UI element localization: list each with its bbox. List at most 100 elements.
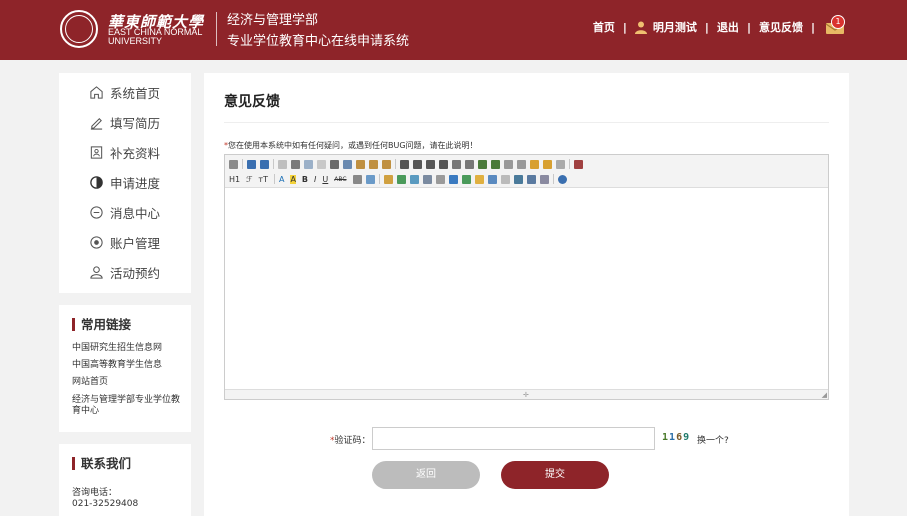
italic-button[interactable]: I — [314, 175, 316, 184]
appointment-icon — [90, 265, 103, 279]
nav-home-link[interactable]: 首页 — [593, 19, 615, 35]
link-item[interactable]: 经济与管理学部专业学位教育中心 — [72, 395, 184, 417]
toolbar-separator — [569, 159, 570, 169]
cut-icon[interactable] — [330, 159, 339, 169]
anchor-icon[interactable] — [513, 174, 523, 184]
edit-icon — [90, 117, 103, 130]
ordered-list-icon[interactable] — [452, 159, 461, 169]
unordered-list-icon[interactable] — [465, 159, 474, 169]
resize-corner-icon[interactable]: ◢ — [822, 391, 827, 399]
captcha-char: 1 — [662, 432, 670, 443]
sidebar-item-label: 消息中心 — [110, 205, 161, 221]
align-center-icon[interactable] — [413, 159, 422, 169]
media-icon[interactable] — [422, 174, 432, 184]
sidebar-item-label: 活动预约 — [110, 265, 161, 281]
header-divider — [216, 12, 217, 46]
strikethrough-button[interactable]: ABC — [334, 176, 346, 183]
sidebar-item-resume[interactable]: 填写简历 — [89, 112, 160, 132]
unlink-icon[interactable] — [539, 174, 549, 184]
title-divider — [224, 122, 829, 123]
undo-icon[interactable] — [247, 159, 256, 169]
paste-word-icon[interactable] — [382, 159, 391, 169]
subscript-icon[interactable] — [504, 159, 513, 169]
page-title: 意见反馈 — [224, 94, 280, 110]
home-icon — [90, 85, 103, 99]
captcha-refresh-link[interactable]: 换一个? — [697, 433, 729, 446]
top-nav: 首页 | 明月测试 | 退出 | 意见反馈 | — [593, 19, 845, 35]
align-right-icon[interactable] — [426, 159, 435, 169]
table-icon[interactable] — [448, 174, 458, 184]
print-icon[interactable] — [291, 159, 300, 169]
paste-text-icon[interactable] — [369, 159, 378, 169]
sidebar-item-materials[interactable]: 补充资料 — [89, 142, 160, 162]
copy-icon[interactable] — [343, 159, 352, 169]
contact-phone: 021-32529408 — [72, 499, 139, 509]
sidebar-item-label: 补充资料 — [110, 145, 161, 161]
clear-format-icon[interactable] — [530, 159, 539, 169]
nav-logout-link[interactable]: 退出 — [717, 19, 739, 35]
link-item[interactable]: 中国研究生招生信息网 — [72, 343, 184, 354]
file-icon[interactable] — [435, 174, 445, 184]
toolbar-row-1 — [229, 158, 587, 170]
submit-button[interactable]: 提交 — [501, 461, 609, 489]
captcha-label: *验证码： — [330, 433, 371, 446]
link-item[interactable]: 中国高等教育学生信息 — [72, 360, 184, 371]
align-justify-icon[interactable] — [439, 159, 448, 169]
select-all-icon[interactable] — [543, 159, 552, 169]
font-size-dropdown[interactable]: тT — [258, 175, 268, 184]
contact-card: 联系我们 咨询电话： 021-32529408 — [59, 444, 191, 516]
template-icon[interactable] — [304, 159, 313, 169]
map-icon[interactable] — [487, 174, 497, 184]
link-item[interactable]: 网站首页 — [72, 377, 184, 388]
user-icon — [634, 21, 647, 34]
sidebar-item-progress[interactable]: 申请进度 — [89, 172, 160, 192]
horizontal-line-icon[interactable] — [461, 174, 471, 184]
common-links-title: 常用链接 — [72, 318, 131, 331]
nav-separator: | — [810, 20, 815, 34]
remove-format-icon[interactable] — [365, 174, 375, 184]
sidebar-item-account[interactable]: 账户管理 — [89, 232, 160, 252]
university-seal-logo[interactable] — [60, 10, 98, 48]
code-icon[interactable] — [317, 159, 326, 169]
font-color-button[interactable]: A — [279, 175, 284, 184]
outdent-icon[interactable] — [491, 159, 500, 169]
paste-icon[interactable] — [356, 159, 365, 169]
code-block-icon[interactable] — [500, 174, 510, 184]
nav-user-name[interactable]: 明月测试 — [653, 19, 697, 35]
resize-grip-icon[interactable]: ✛ — [523, 391, 529, 399]
align-left-icon[interactable] — [400, 159, 409, 169]
toolbar-separator — [273, 174, 275, 184]
sidebar-item-home[interactable]: 系统首页 — [89, 82, 160, 102]
flash-icon[interactable] — [409, 174, 419, 184]
source-code-icon[interactable] — [229, 159, 238, 169]
feedback-editor-area[interactable] — [225, 189, 828, 389]
superscript-icon[interactable] — [517, 159, 526, 169]
document-icon — [90, 145, 103, 159]
preview-icon[interactable] — [278, 159, 287, 169]
emoticon-icon[interactable] — [474, 174, 484, 184]
sidebar-item-appointment[interactable]: 活动预约 — [89, 262, 160, 282]
nav-feedback-link[interactable]: 意见反馈 — [759, 19, 803, 35]
sidebar-menu: 系统首页 填写简历 补充资料 申请进度 消息中心 账户管理 活动预约 — [59, 73, 191, 293]
fullscreen-icon[interactable] — [574, 159, 583, 169]
font-family-dropdown[interactable]: ℱ — [246, 175, 252, 184]
multi-image-icon[interactable] — [396, 174, 406, 184]
underline-button[interactable]: U — [322, 175, 328, 184]
bold-button[interactable]: B — [302, 175, 308, 184]
nav-separator: | — [622, 20, 627, 34]
redo-icon[interactable] — [260, 159, 269, 169]
sidebar-item-messages[interactable]: 消息中心 — [89, 202, 160, 222]
captcha-input[interactable] — [372, 427, 655, 450]
quick-format-icon[interactable] — [556, 159, 565, 169]
highlight-color-button[interactable]: A — [290, 174, 296, 184]
toolbar-row-2: H1 ℱ тT A A B I U ABC — [229, 173, 571, 185]
help-icon[interactable] — [557, 174, 567, 184]
indent-icon[interactable] — [478, 159, 487, 169]
line-height-icon[interactable] — [352, 174, 362, 184]
back-button[interactable]: 返回 — [372, 461, 480, 489]
link-icon[interactable] — [526, 174, 536, 184]
heading-dropdown[interactable]: H1 — [229, 175, 240, 184]
image-icon[interactable] — [383, 174, 393, 184]
captcha-image[interactable]: 1169 — [662, 432, 690, 443]
captcha-char: 9 — [683, 432, 691, 443]
